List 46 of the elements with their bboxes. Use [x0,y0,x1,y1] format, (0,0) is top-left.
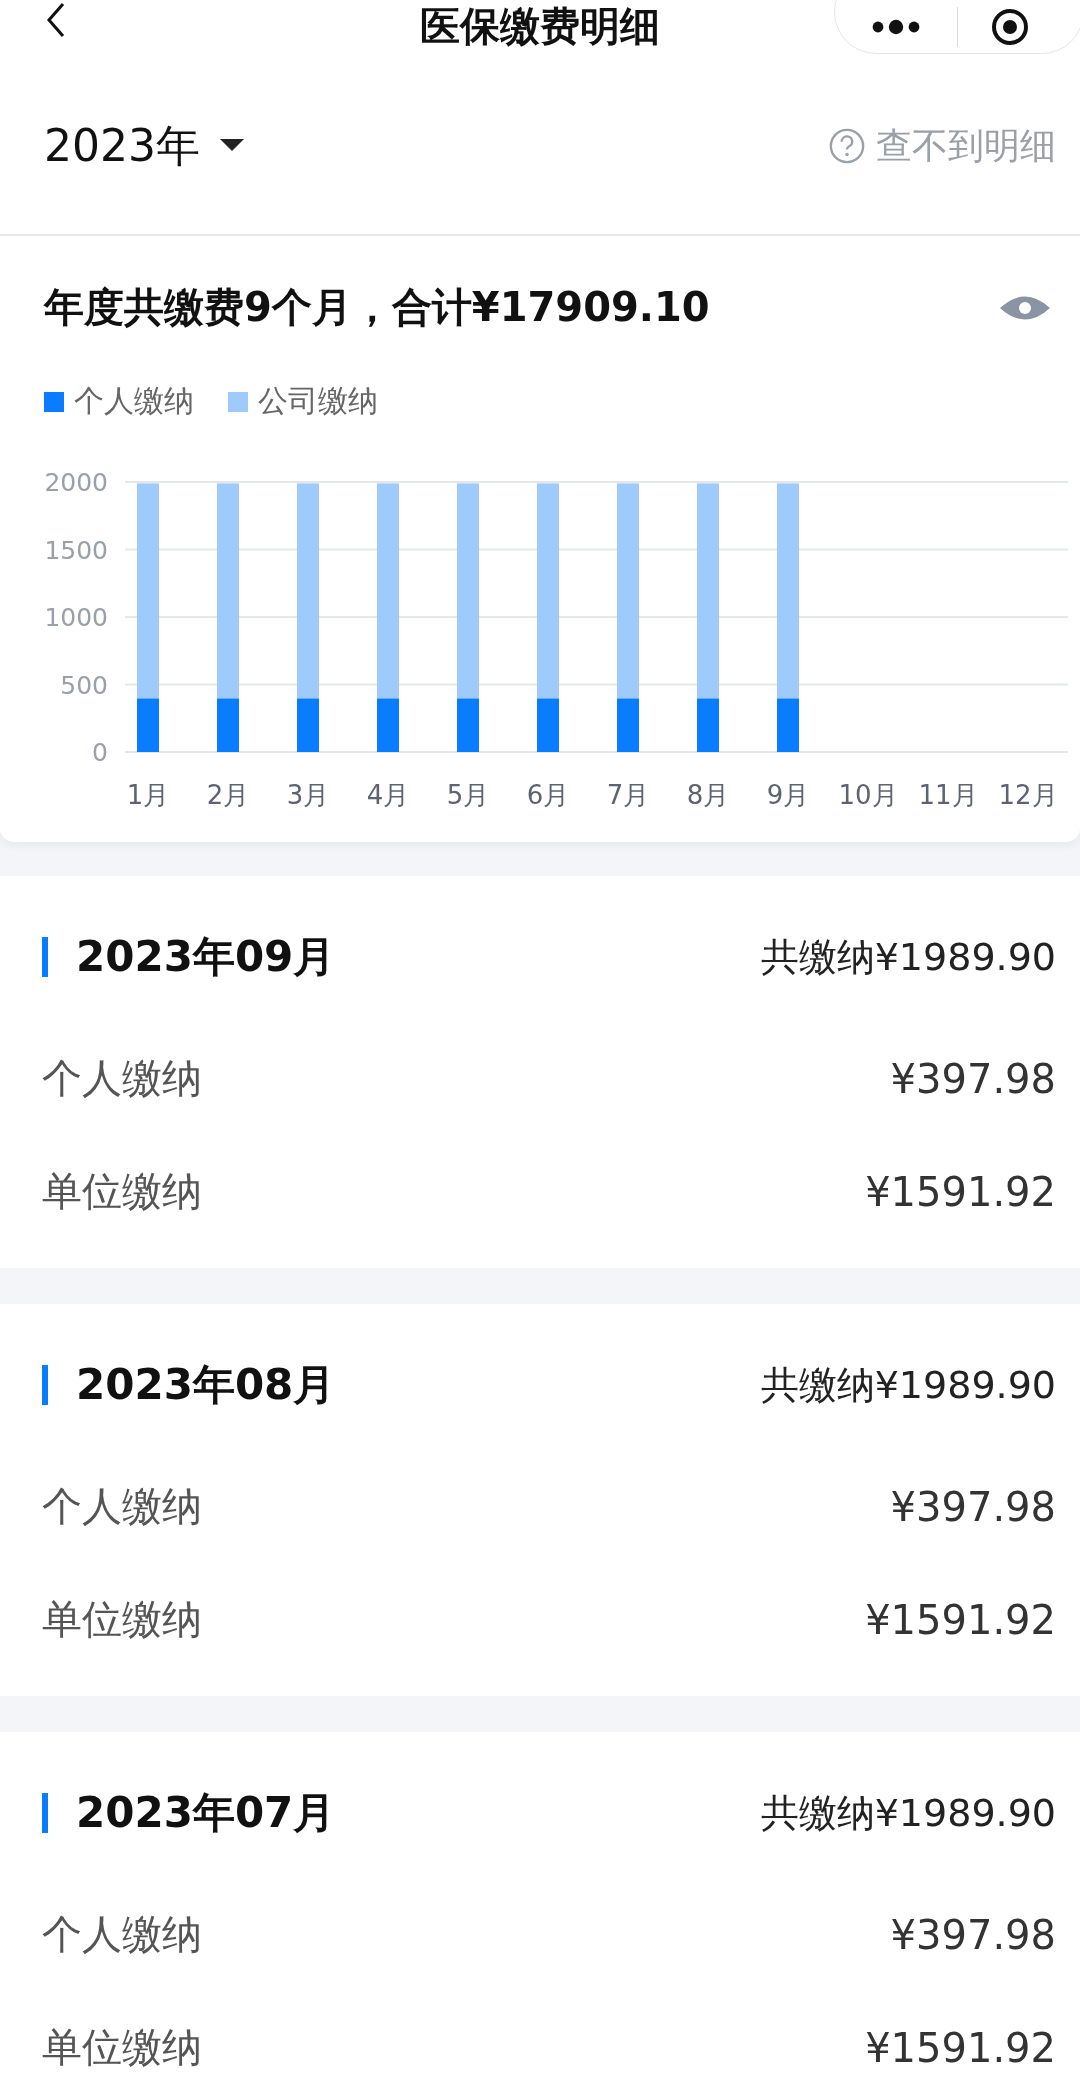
accent-bar [42,1365,48,1405]
axis-tick-label: 11月 [918,780,978,810]
payment-label: 个人缴纳 [42,1910,202,1959]
month-title: 2023年08月 [76,1359,337,1411]
summary-title: 年度共缴费9个月，合计¥17909.10 [44,283,710,332]
payment-amount: ¥397.98 [890,1483,1056,1530]
back-icon[interactable] [46,2,66,38]
payment-amount: ¥1591.92 [865,2024,1056,2071]
payment-label: 个人缴纳 [42,1054,202,1103]
axis-tick-label: 12月 [998,780,1058,810]
month-total: 共缴纳¥1989.90 [760,1361,1056,1409]
payment-amount: ¥1591.92 [865,1168,1056,1215]
axis-tick-label: 1500 [44,535,108,565]
axis-tick-label: 6月 [526,780,570,810]
caret-icon [220,139,244,153]
axis-tick-label: 3月 [286,780,330,810]
year-dropdown[interactable]: 2023年 [44,116,244,176]
page-title: 医保缴费明细 [420,6,660,46]
axis-tick-label: 1月 [126,780,170,810]
axis-tick-label: 1000 [44,603,108,632]
axis-tick-label: 5月 [446,780,490,810]
payment-label: 单位缴纳 [42,2023,202,2072]
payment-amount: ¥1591.92 [865,1596,1056,1643]
accent-bar [42,1793,48,1833]
payment-amount: ¥397.98 [890,1911,1056,1958]
axis-tick-label: 2月 [206,780,250,810]
legend-label: 公司缴纳 [258,382,378,420]
month-total: 共缴纳¥1989.90 [760,933,1056,981]
payment-label: 个人缴纳 [42,1482,202,1531]
payment-amount: ¥397.98 [890,1055,1056,1102]
month-title: 2023年09月 [76,931,337,983]
axis-tick-label: 500 [60,670,108,700]
legend-label: 个人缴纳 [74,382,194,420]
month-total: 共缴纳¥1989.90 [760,1789,1056,1837]
axis-tick-label: 2000 [44,468,108,497]
axis-tick-label: 7月 [606,780,650,810]
axis-tick-label: 9月 [766,780,810,810]
axis-tick-label: 0 [92,738,108,767]
axis-tick-label: 4月 [366,780,410,810]
axis-tick-label: 10月 [838,780,898,810]
payment-label: 单位缴纳 [42,1595,202,1644]
month-title: 2023年07月 [76,1787,337,1839]
accent-bar [42,937,48,977]
axis-tick-label: 8月 [686,780,730,810]
help-icon [828,127,866,165]
payment-label: 单位缴纳 [42,1167,202,1216]
